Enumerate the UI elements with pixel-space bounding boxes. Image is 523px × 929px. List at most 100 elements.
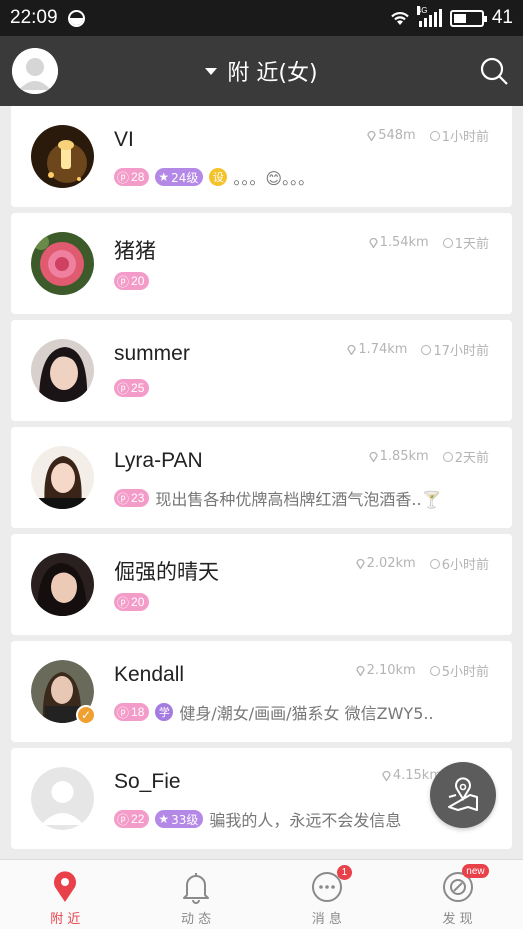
level-badge: ★ 33级 xyxy=(155,810,204,828)
wifi-icon xyxy=(389,9,411,27)
user-bio: 健身/潮女/画画/猫系女 微信ZWY5.. xyxy=(179,704,434,723)
signal-icon: 4G xyxy=(416,6,442,27)
distance: 1.85km xyxy=(379,449,429,464)
last-active: 2天前 xyxy=(454,451,489,466)
clock-icon xyxy=(429,558,440,569)
user-card[interactable]: summer 1.74km 17小时前 ⓟ 25 xyxy=(11,320,512,421)
distance: 1.54km xyxy=(379,235,429,250)
location-pin-icon xyxy=(54,871,77,902)
last-active: 17小时前 xyxy=(433,344,489,359)
distance: 2.02km xyxy=(366,556,416,571)
distance: 1.74km xyxy=(358,342,408,357)
distance: 2.10km xyxy=(366,663,416,678)
default-avatar-icon xyxy=(31,767,94,830)
battery-percent: 41 xyxy=(491,7,513,28)
user-avatar xyxy=(31,232,94,295)
tab-label: 附 近 xyxy=(50,912,81,927)
tab-messages[interactable]: 1 消 息 xyxy=(262,860,393,929)
user-avatar: ✓ xyxy=(31,660,96,725)
user-name: 猪猪 xyxy=(114,240,156,263)
user-avatar xyxy=(31,125,94,188)
unread-badge: 1 xyxy=(336,865,352,880)
tag-badge: 设 xyxy=(209,168,228,186)
status-bar: 22:09 4G 41 xyxy=(0,0,523,36)
user-meta: 1.74km 17小时前 xyxy=(347,340,489,359)
location-icon xyxy=(355,558,365,569)
user-bio: 。。。😊。。。 xyxy=(233,169,315,188)
chat-count-badge: ⓟ 23 xyxy=(114,489,150,507)
user-avatar xyxy=(31,339,94,402)
page-title: 附 近(女) xyxy=(227,61,318,86)
user-name: VI xyxy=(114,128,134,151)
clock-icon xyxy=(429,665,440,676)
user-name: summer xyxy=(114,342,190,365)
tab-label: 发 现 xyxy=(442,912,473,927)
user-meta: 1.85km 2天前 xyxy=(368,447,489,466)
user-avatar xyxy=(31,446,94,509)
location-icon xyxy=(368,451,378,462)
last-active: 1天前 xyxy=(454,237,489,252)
user-meta: 548m 1小时前 xyxy=(367,126,489,145)
location-icon xyxy=(355,665,365,676)
user-name: Lyra-PAN xyxy=(114,449,203,472)
level-badge: ★ 24级 xyxy=(155,168,204,186)
network-type: 4G xyxy=(416,6,428,15)
user-card[interactable]: 猪猪 1.54km 1天前 ⓟ 20 xyxy=(11,213,512,314)
user-name: 倔强的晴天 xyxy=(114,561,219,584)
clock-icon xyxy=(421,344,432,355)
filter-dropdown[interactable]: 附 近(女) xyxy=(205,55,318,87)
user-card[interactable]: VI 548m 1小时前 ⓟ 28 ★ 24级 设 。。。😊。。。 xyxy=(11,106,512,207)
new-badge: new xyxy=(462,864,489,878)
map-pin-icon xyxy=(448,777,478,811)
location-icon xyxy=(368,237,378,248)
distance: 548m xyxy=(378,128,416,143)
bell-icon xyxy=(183,873,210,904)
nearby-user-list: VI 548m 1小时前 ⓟ 28 ★ 24级 设 。。。😊。。。 猪猪 1.54k… xyxy=(11,106,512,855)
last-active: 6小时前 xyxy=(441,558,489,573)
user-bio: 骗我的人，永远不会发信息 xyxy=(209,811,402,830)
location-icon xyxy=(382,770,391,781)
status-time: 22:09 xyxy=(10,7,58,28)
user-meta: 2.02km 6小时前 xyxy=(355,554,489,573)
tab-nearby[interactable]: 附 近 xyxy=(0,860,131,929)
last-active: 1小时前 xyxy=(441,130,489,145)
user-card[interactable]: 倔强的晴天 2.02km 6小时前 ⓟ 20 xyxy=(11,534,512,635)
default-avatar-icon xyxy=(12,48,58,94)
do-not-disturb-icon xyxy=(67,9,85,27)
my-avatar[interactable] xyxy=(12,48,58,94)
user-card[interactable]: Lyra-PAN 1.85km 2天前 ⓟ 23 现出售各种优牌高档牌红酒气泡酒香… xyxy=(11,427,512,528)
user-name: So_Fie xyxy=(114,770,181,793)
tab-moments[interactable]: 动 态 xyxy=(131,860,262,929)
chat-count-badge: ⓟ 25 xyxy=(114,379,150,397)
user-bio: 现出售各种优牌高档牌红酒气泡酒香..🍸 xyxy=(155,490,442,509)
chat-count-badge: ⓟ 22 xyxy=(114,810,150,828)
bottom-tab-bar: 附 近 动 态 1 消 息 new 发 现 xyxy=(0,859,523,929)
user-card[interactable]: ✓ Kendall 2.10km 5小时前 ⓟ 18 学 健身/潮女/画画/猫系女… xyxy=(11,641,512,742)
clock-icon xyxy=(442,451,453,462)
chat-count-badge: ⓟ 20 xyxy=(114,593,150,611)
last-active: 5小时前 xyxy=(441,665,489,680)
caret-down-icon xyxy=(205,67,218,75)
user-name: Kendall xyxy=(114,663,185,686)
tab-discover[interactable]: new 发 现 xyxy=(392,860,523,929)
search-button[interactable] xyxy=(479,56,509,86)
map-view-button[interactable] xyxy=(430,762,496,828)
tag-badge: 学 xyxy=(155,703,174,721)
user-avatar xyxy=(31,767,94,830)
battery-icon xyxy=(449,9,487,27)
search-icon xyxy=(480,57,508,85)
user-avatar xyxy=(31,553,94,616)
verified-icon: ✓ xyxy=(76,705,96,725)
chat-count-badge: ⓟ 20 xyxy=(114,272,150,290)
tab-label: 动 态 xyxy=(181,912,212,927)
location-icon xyxy=(347,344,356,355)
clock-icon xyxy=(429,130,440,141)
user-meta: 2.10km 5小时前 xyxy=(355,661,489,680)
chat-count-badge: ⓟ 28 xyxy=(114,168,150,186)
app-header: 附 近(女) xyxy=(0,36,523,106)
user-meta: 1.54km 1天前 xyxy=(368,233,489,252)
clock-icon xyxy=(442,237,453,248)
tab-label: 消 息 xyxy=(311,912,342,927)
location-icon xyxy=(367,130,376,141)
chat-count-badge: ⓟ 18 xyxy=(114,703,150,721)
